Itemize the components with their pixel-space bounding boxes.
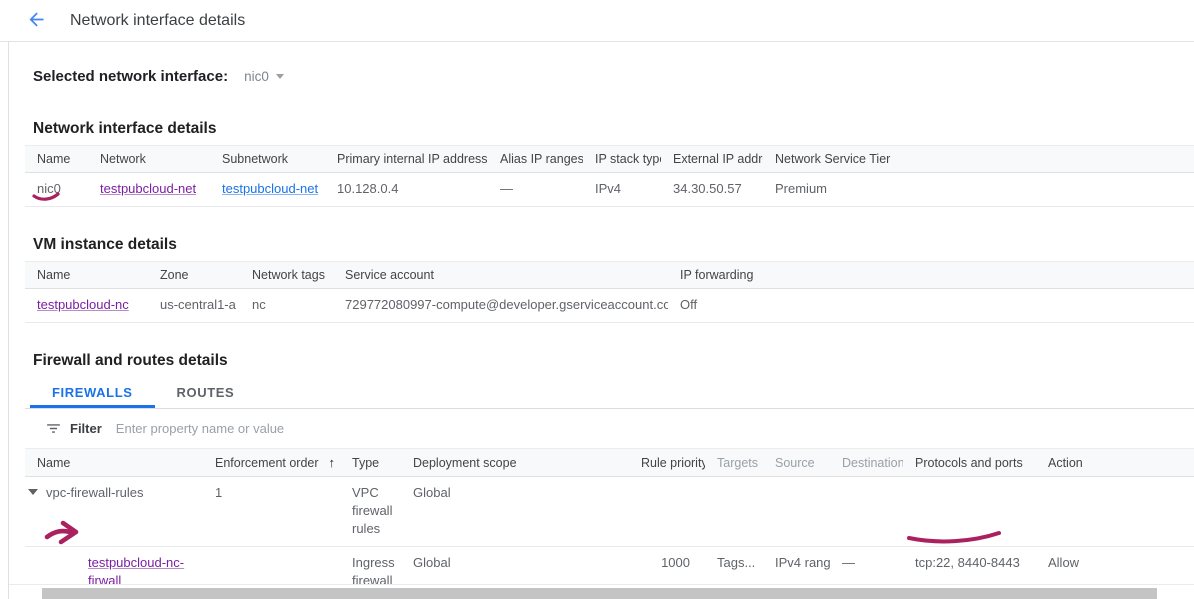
nic-table: Name Network Subnetwork Primary internal… — [25, 145, 1194, 207]
content-panel: Selected network interface: nic0 Network… — [8, 42, 1194, 599]
external-ip: 34.30.50.57 — [661, 173, 763, 207]
nic-table-row: nic0 testpubcloud-net testpubcloud-net 1… — [25, 173, 1194, 207]
arrow-back-icon — [26, 9, 47, 33]
tab-firewalls[interactable]: FIREWALLS — [30, 379, 155, 408]
ip-stack-type: IPv4 — [583, 173, 661, 207]
firewall-table: Name Enforcement order↑ Type Deployment … — [25, 448, 1194, 599]
fw-col-action: Action — [1036, 449, 1194, 477]
firewall-table-header-row: Name Enforcement order↑ Type Deployment … — [25, 449, 1194, 477]
vm-col-ip-forwarding: IP forwarding — [668, 262, 1194, 289]
nic-col-name: Name — [25, 146, 88, 173]
fw-col-destination: Destination — [830, 449, 903, 477]
fw-col-deployment-scope: Deployment scope — [401, 449, 629, 477]
horizontal-scrollbar[interactable] — [9, 584, 1194, 599]
fw-group-type: VPC firewall rules — [340, 477, 401, 547]
nic-col-stack: IP stack type — [583, 146, 661, 173]
interface-select-value: nic0 — [244, 69, 269, 84]
vm-instance-link[interactable]: testpubcloud-nc — [37, 297, 129, 312]
nic-col-external-ip: External IP address — [661, 146, 763, 173]
fw-col-protocols: Protocols and ports — [903, 449, 1036, 477]
subnetwork-link[interactable]: testpubcloud-net — [222, 181, 318, 196]
fw-col-targets: Targets — [705, 449, 763, 477]
network-service-tier: Premium — [763, 173, 1194, 207]
vm-table-header-row: Name Zone Network tags Service account I… — [25, 262, 1194, 289]
vm-col-name: Name — [25, 262, 148, 289]
vm-table: Name Zone Network tags Service account I… — [25, 261, 1194, 323]
fw-group-scope: Global — [401, 477, 629, 547]
nic-col-subnetwork: Subnetwork — [210, 146, 325, 173]
vm-zone: us-central1-a — [148, 289, 240, 323]
nic-col-alias: Alias IP ranges — [488, 146, 583, 173]
firewall-section-title: Firewall and routes details — [33, 352, 1194, 370]
fw-col-source: Source — [763, 449, 830, 477]
nic-col-tier: Network Service Tier — [763, 146, 1194, 173]
selected-interface-label: Selected network interface: — [33, 68, 228, 85]
vm-ip-forwarding: Off — [668, 289, 1194, 323]
sort-ascending-icon: ↑ — [329, 455, 336, 470]
vm-col-tags: Network tags — [240, 262, 333, 289]
fw-group-enforcement: 1 — [203, 477, 340, 547]
network-link[interactable]: testpubcloud-net — [100, 181, 196, 196]
filter-label: Filter — [70, 421, 102, 436]
nic-col-network: Network — [88, 146, 210, 173]
filter-input[interactable] — [116, 421, 1194, 436]
vm-table-row: testpubcloud-nc us-central1-a nc 7297720… — [25, 289, 1194, 323]
firewall-routes-tabs: FIREWALLS ROUTES — [25, 379, 1194, 409]
back-button[interactable] — [24, 9, 48, 33]
tab-routes[interactable]: ROUTES — [155, 379, 257, 408]
nic-name: nic0 — [25, 173, 88, 207]
fw-col-rule-priority: Rule priority — [629, 449, 705, 477]
vm-col-zone: Zone — [148, 262, 240, 289]
collapse-triangle-icon[interactable] — [28, 489, 38, 495]
interface-select-dropdown[interactable]: nic0 — [244, 69, 284, 84]
nic-table-header-row: Name Network Subnetwork Primary internal… — [25, 146, 1194, 173]
fw-col-name: Name — [25, 449, 203, 477]
horizontal-scrollbar-thumb[interactable] — [42, 588, 1157, 599]
vm-col-service-account: Service account — [333, 262, 668, 289]
fw-col-enforcement-order[interactable]: Enforcement order↑ — [203, 449, 340, 477]
vm-section-title: VM instance details — [33, 236, 1194, 254]
firewall-group-row: vpc-firewall-rules 1 VPC firewall rules … — [25, 477, 1194, 547]
nic-section-title: Network interface details — [33, 120, 1194, 138]
nic-col-primary-ip: Primary internal IP address — [325, 146, 488, 173]
chevron-down-icon — [276, 74, 284, 79]
vm-network-tags: nc — [240, 289, 333, 323]
app-bar: Network interface details — [0, 0, 1194, 42]
fw-col-type: Type — [340, 449, 401, 477]
fw-group-name: vpc-firewall-rules — [46, 485, 144, 500]
filter-icon[interactable] — [45, 420, 63, 438]
page-title: Network interface details — [70, 12, 245, 30]
selected-interface-row: Selected network interface: nic0 — [33, 68, 1194, 85]
filter-bar: Filter — [25, 409, 1194, 448]
vm-service-account: 729772080997-compute@developer.gservicea… — [333, 289, 668, 323]
primary-internal-ip: 10.128.0.4 — [325, 173, 488, 207]
alias-ip-ranges: — — [488, 173, 583, 207]
page: Network interface details Selected netwo… — [0, 0, 1194, 599]
